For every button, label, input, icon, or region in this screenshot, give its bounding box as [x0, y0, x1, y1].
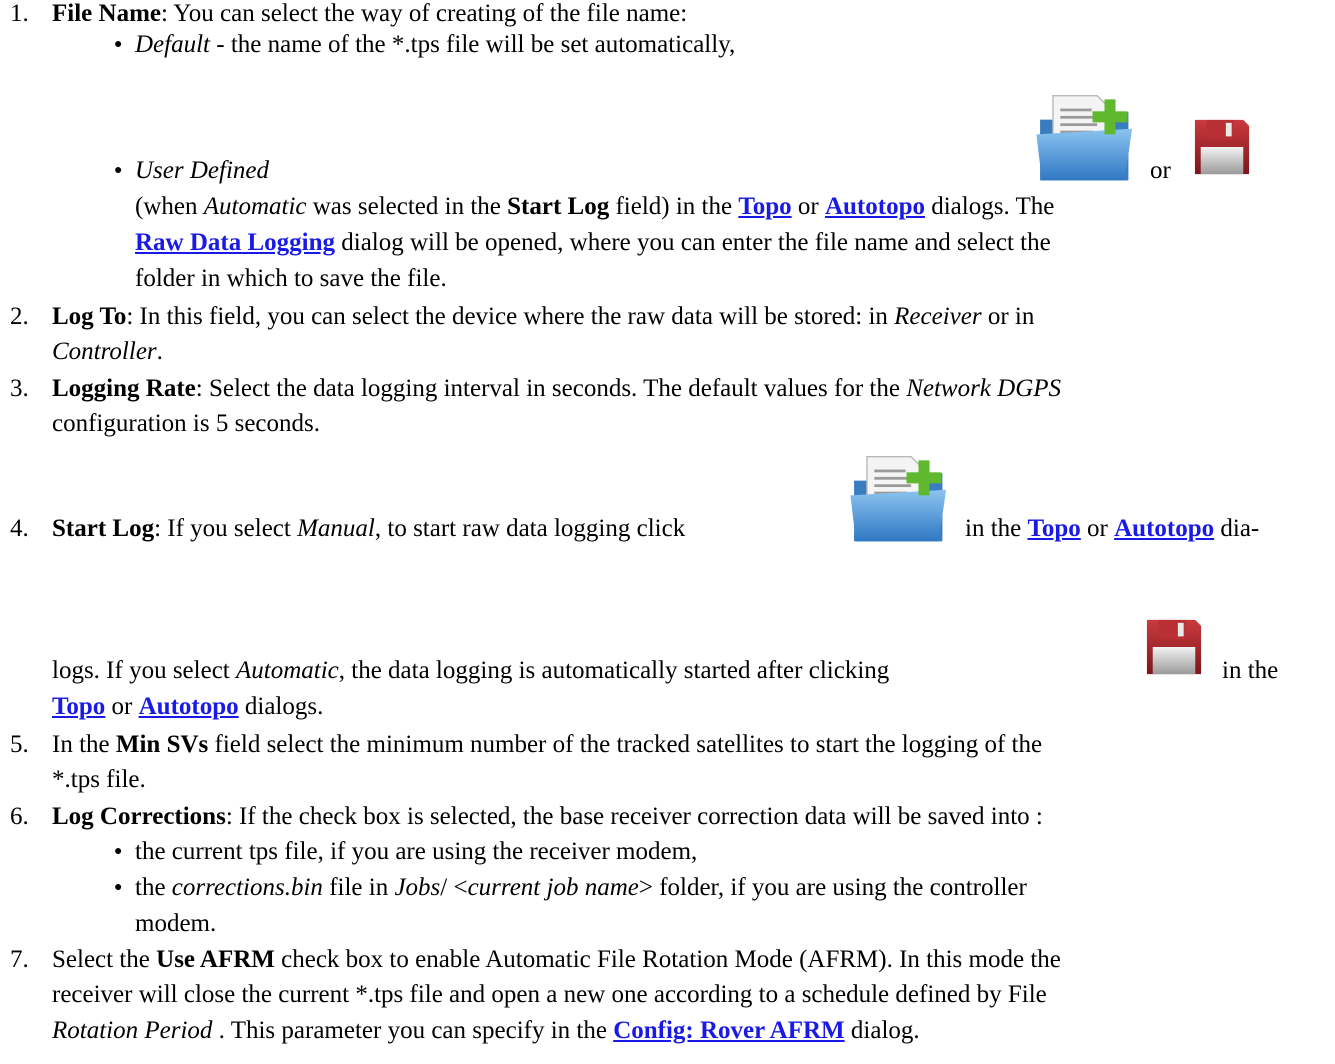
bullet: ●: [114, 844, 123, 859]
sub-item-line: Raw Data Logging dialog will be opened, …: [135, 229, 1051, 256]
term-file-name: File Name: [52, 0, 161, 27]
sub-item: the current tps file, if you are using t…: [135, 838, 698, 865]
link-topo[interactable]: Topo: [738, 193, 791, 220]
item-number: 4.: [10, 515, 29, 542]
document: 1. File Name: You can select the way of …: [0, 0, 1335, 1064]
item-number: 7.: [10, 946, 29, 973]
sub-item-default: Default - the name of the *.tps file wil…: [135, 31, 736, 58]
item-line: In the Min SVs field select the minimum …: [52, 731, 1043, 758]
item-line: receiver will close the current *.tps fi…: [52, 981, 1047, 1008]
item-line: Topo or Autotopo dialogs.: [52, 693, 324, 720]
sub-item-line: (when Automatic was selected in the Star…: [135, 193, 1055, 220]
item-number: 1.: [10, 0, 29, 27]
item-line: configuration is 5 seconds.: [52, 410, 321, 437]
sub-item: the corrections.bin file in Jobs/ <curre…: [135, 874, 1027, 901]
item-number: 5.: [10, 731, 29, 758]
new-file-folder-icon: [1034, 92, 1140, 184]
bullet: ●: [114, 37, 123, 52]
new-file-folder-icon: [848, 453, 954, 545]
bullet: ●: [114, 163, 123, 178]
floppy-disk-icon: [1192, 118, 1252, 176]
link-autotopo[interactable]: Autotopo: [825, 193, 925, 220]
item-number: 2.: [10, 303, 29, 330]
sub-item-user-defined: User Defined: [135, 157, 269, 184]
item-text: in the: [1222, 657, 1279, 684]
link-autotopo[interactable]: Autotopo: [139, 693, 239, 720]
item-line: Rotation Period . This parameter you can…: [52, 1017, 920, 1044]
item-line: Select the Use AFRM check box to enable …: [52, 946, 1061, 973]
sub-item-line: folder in which to save the file.: [135, 265, 447, 292]
item-line: logs. If you select Automatic, the data …: [52, 657, 890, 684]
item-number: 6.: [10, 803, 29, 830]
link-topo[interactable]: Topo: [52, 693, 105, 720]
link-autotopo[interactable]: Autotopo: [1114, 515, 1214, 542]
item-line: Logging Rate: Select the data logging in…: [52, 375, 1062, 402]
link-topo[interactable]: Topo: [1028, 515, 1081, 542]
floppy-disk-icon: [1144, 618, 1204, 676]
item-line: Start Log: If you select Manual, to star…: [52, 515, 686, 542]
item-line: Controller.: [52, 338, 163, 365]
or-text: or: [1150, 157, 1171, 184]
sub-item-line: modem.: [135, 910, 217, 937]
link-config-rover-afrm[interactable]: Config: Rover AFRM: [613, 1017, 844, 1044]
item-line: Log Corrections: If the check box is sel…: [52, 803, 1043, 830]
link-raw-data-logging[interactable]: Raw Data Logging: [135, 229, 335, 256]
bullet: ●: [114, 880, 123, 895]
item-line: *.tps file.: [52, 766, 146, 793]
item-line: in the Topo or Autotopo dia-: [965, 515, 1260, 542]
item-line: Log To: In this field, you can select th…: [52, 303, 1035, 330]
item-number: 3.: [10, 375, 29, 402]
